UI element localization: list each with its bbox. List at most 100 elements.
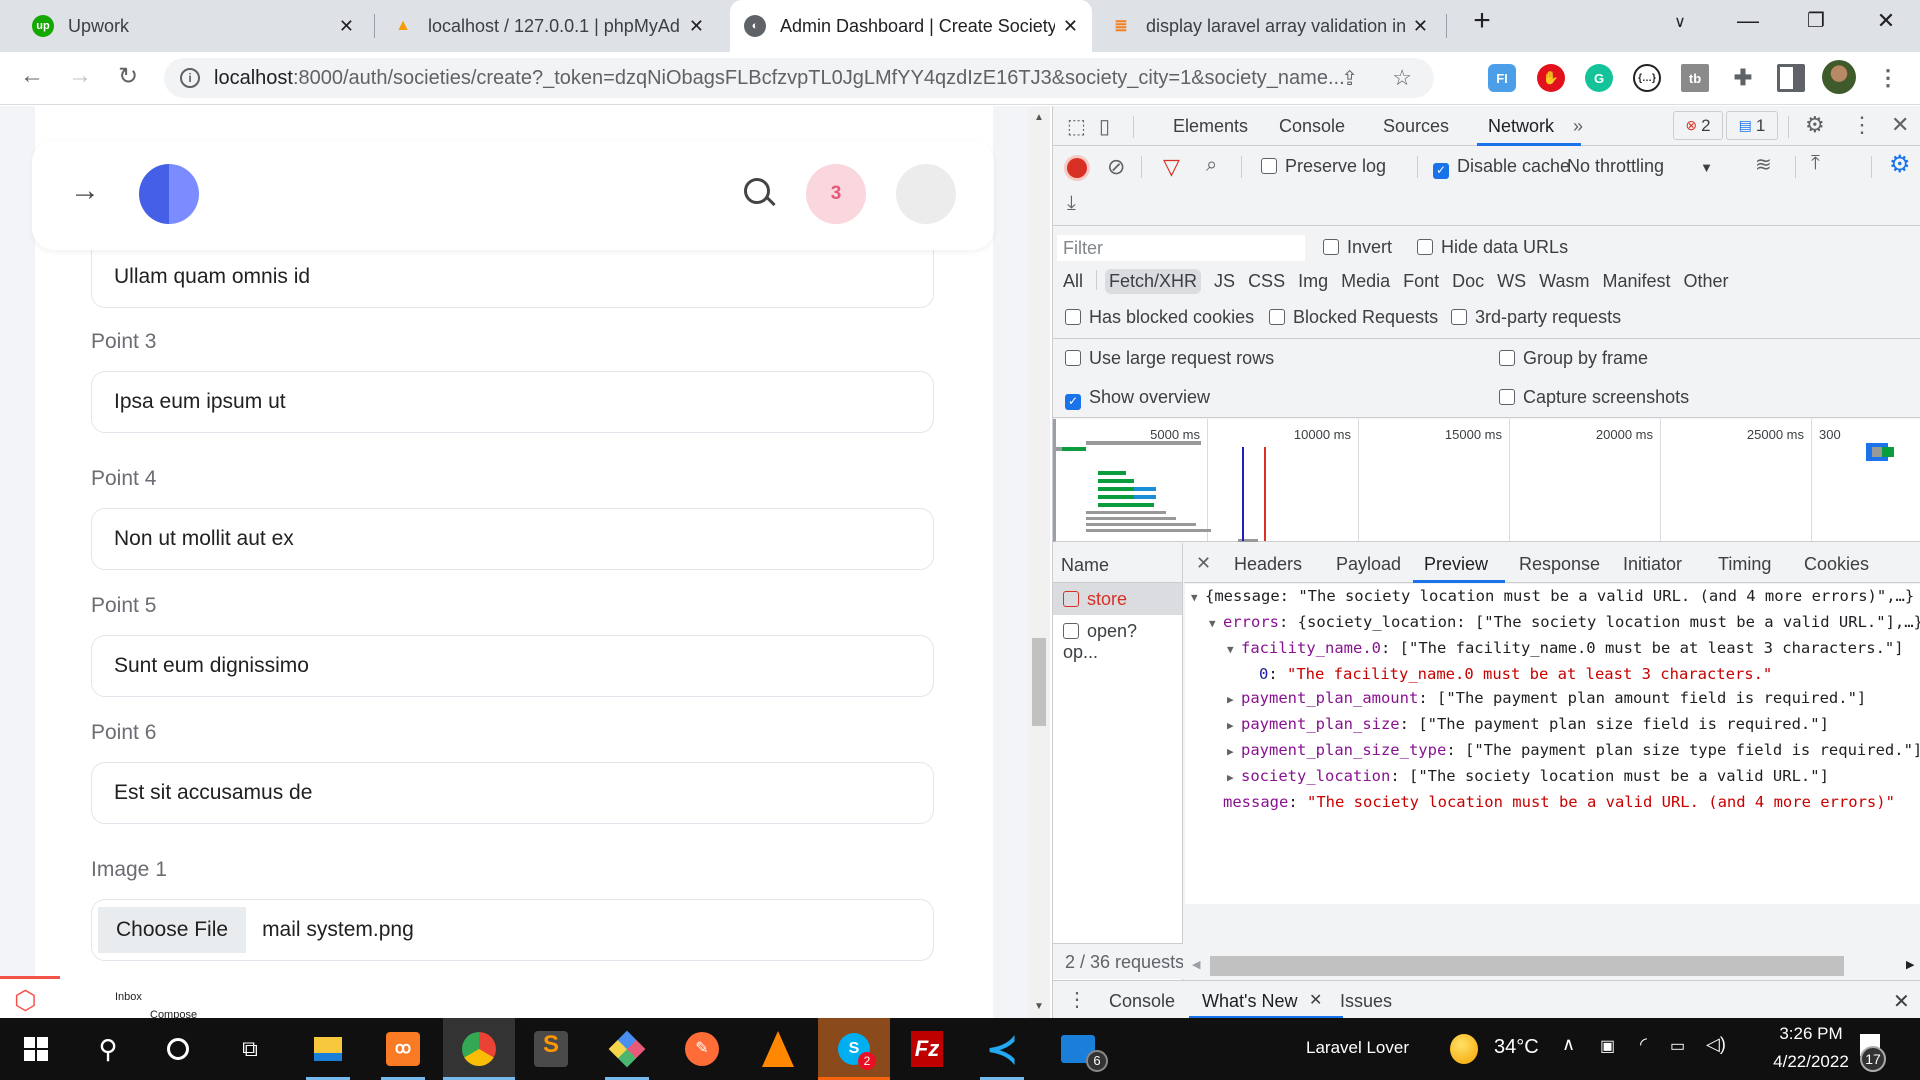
- xampp-icon[interactable]: ꝏ: [373, 1018, 433, 1080]
- close-tab-icon[interactable]: ✕: [689, 16, 704, 37]
- point-3-input[interactable]: Ipsa eum ipsum ut: [91, 371, 934, 433]
- scrollbar-thumb[interactable]: [1210, 956, 1844, 976]
- import-har-icon[interactable]: ⤒: [1811, 152, 1820, 175]
- detail-tab-payload[interactable]: Payload: [1336, 554, 1401, 575]
- vlc-icon[interactable]: [748, 1018, 808, 1080]
- adblock-icon[interactable]: ✋: [1537, 64, 1565, 92]
- tray-overflow-chevron-icon[interactable]: ∧: [1562, 1034, 1575, 1055]
- detail-tab-headers[interactable]: Headers: [1234, 554, 1302, 575]
- checkbox[interactable]: [1499, 389, 1515, 405]
- devtools-close-icon[interactable]: ✕: [1891, 112, 1909, 138]
- close-tab-icon[interactable]: ✕: [1413, 16, 1428, 37]
- site-info-icon[interactable]: i: [180, 68, 200, 88]
- cortana-icon[interactable]: [148, 1018, 208, 1080]
- user-avatar[interactable]: [896, 164, 956, 224]
- meet-now-icon[interactable]: ▣: [1600, 1036, 1615, 1056]
- checkbox-checked[interactable]: ✓: [1433, 163, 1449, 179]
- request-row-store[interactable]: store: [1053, 583, 1182, 615]
- checkbox[interactable]: [1499, 350, 1515, 366]
- name-column-header[interactable]: Name: [1053, 543, 1182, 583]
- postman-icon[interactable]: ✎: [672, 1018, 732, 1080]
- restore-button[interactable]: ❐: [1796, 8, 1836, 33]
- scroll-down-arrow-icon[interactable]: ▼: [1034, 1001, 1044, 1012]
- filter-funnel-icon[interactable]: ▽: [1163, 154, 1180, 180]
- forward-button[interactable]: →: [64, 62, 96, 90]
- detail-tab-cookies[interactable]: Cookies: [1804, 554, 1869, 575]
- inspect-element-icon[interactable]: ⬚: [1067, 114, 1086, 139]
- drawer-tab-console[interactable]: Console: [1109, 991, 1175, 1012]
- json-preview-line[interactable]: ▼ errors: {society_location: ["The societ…: [1185, 610, 1920, 636]
- drawer-tab-issues[interactable]: Issues: [1340, 991, 1392, 1012]
- checkbox[interactable]: [1065, 309, 1081, 325]
- checkbox[interactable]: [1417, 239, 1433, 255]
- disable-cache-checkbox[interactable]: ✓ Disable cache: [1433, 156, 1570, 179]
- devtools-settings-gear-icon[interactable]: ⚙: [1805, 112, 1825, 138]
- hide-data-urls-checkbox[interactable]: Hide data URLs: [1417, 237, 1568, 258]
- checkbox-checked[interactable]: ✓: [1065, 394, 1081, 410]
- profile-avatar[interactable]: [1822, 60, 1856, 94]
- weather-sun-icon[interactable]: [1450, 1034, 1478, 1064]
- preserve-log-checkbox[interactable]: Preserve log: [1261, 156, 1386, 177]
- detail-tab-timing[interactable]: Timing: [1718, 554, 1771, 575]
- scroll-left-arrow-icon[interactable]: ◀: [1192, 958, 1200, 971]
- close-tab-icon[interactable]: ✕: [339, 16, 354, 37]
- scroll-up-arrow-icon[interactable]: ▲: [1034, 112, 1044, 123]
- blocked-requests-checkbox[interactable]: Blocked Requests: [1269, 307, 1438, 328]
- filter-type-manifest[interactable]: Manifest: [1603, 271, 1671, 292]
- detail-tab-preview[interactable]: Preview: [1424, 554, 1488, 575]
- close-detail-icon[interactable]: ✕: [1196, 553, 1211, 574]
- json-preview-line[interactable]: ▶ society_location: ["The society locatio…: [1185, 764, 1920, 790]
- temperature[interactable]: 34°C: [1494, 1036, 1539, 1059]
- point-6-input[interactable]: Est sit accusamus de: [91, 762, 934, 824]
- filter-type-img[interactable]: Img: [1298, 271, 1328, 292]
- scrollbar-thumb[interactable]: [1032, 638, 1046, 726]
- chrome-icon[interactable]: [443, 1018, 515, 1080]
- search-icon[interactable]: [744, 178, 770, 204]
- page-scrollbar[interactable]: ▲ ▼: [1028, 106, 1050, 1018]
- point-2-input[interactable]: Ullam quam omnis id: [91, 246, 934, 308]
- error-count-badge[interactable]: ⊗ 2: [1673, 111, 1723, 140]
- third-party-checkbox[interactable]: 3rd-party requests: [1451, 307, 1621, 328]
- network-conditions-icon[interactable]: ≋: [1755, 152, 1772, 177]
- filter-type-fetch-xhr[interactable]: Fetch/XHR: [1105, 269, 1202, 294]
- json-preview-line[interactable]: ▼ facility_name.0: ["The facility_name.0 …: [1185, 636, 1920, 662]
- bookmark-star-icon[interactable]: ☆: [1392, 65, 1412, 91]
- network-settings-gear-icon[interactable]: ⚙: [1889, 150, 1911, 179]
- capture-screenshots-checkbox[interactable]: Capture screenshots: [1499, 387, 1689, 408]
- battery-icon[interactable]: ▭: [1670, 1036, 1685, 1056]
- tab-phpmyadmin[interactable]: ▲ localhost / 127.0.0.1 | phpMyAdmin ✕: [378, 0, 718, 52]
- tab-search-chevron-icon[interactable]: ∨: [1660, 12, 1700, 32]
- checkbox[interactable]: [1261, 158, 1277, 174]
- volume-icon[interactable]: ◁): [1706, 1034, 1726, 1055]
- tb-extension-icon[interactable]: tb: [1681, 64, 1709, 92]
- preview-horizontal-scrollbar[interactable]: ◀ ▶: [1184, 952, 1920, 980]
- filter-type-css[interactable]: CSS: [1248, 271, 1285, 292]
- sidebar-toggle-arrow-icon[interactable]: →: [70, 174, 100, 208]
- json-preview-line[interactable]: ▶ payment_plan_size: ["The payment plan s…: [1185, 712, 1920, 738]
- devtools-tab-elements[interactable]: Elements: [1173, 116, 1248, 137]
- filter-type-other[interactable]: Other: [1684, 271, 1729, 292]
- expanded-triangle-icon[interactable]: ▼: [1209, 612, 1223, 636]
- tab-upwork[interactable]: up Upwork ✕: [18, 0, 368, 52]
- clear-icon[interactable]: ⊘: [1107, 154, 1125, 180]
- device-toolbar-icon[interactable]: ▯: [1099, 114, 1110, 139]
- choose-file-button[interactable]: Choose File: [98, 907, 247, 953]
- more-tabs-chevron-icon[interactable]: »: [1573, 116, 1583, 137]
- filter-type-font[interactable]: Font: [1403, 271, 1439, 292]
- json-viewer-icon[interactable]: {…}: [1633, 64, 1661, 92]
- expanded-triangle-icon[interactable]: ▼: [1191, 586, 1205, 610]
- task-view-icon[interactable]: ⧉: [220, 1018, 280, 1080]
- filter-type-all[interactable]: All: [1063, 271, 1083, 292]
- fi-extension-icon[interactable]: FI: [1488, 64, 1516, 92]
- large-rows-checkbox[interactable]: Use large request rows: [1065, 348, 1274, 369]
- filter-type-js[interactable]: JS: [1214, 271, 1235, 292]
- windows-start-icon[interactable]: [6, 1018, 66, 1080]
- filter-type-doc[interactable]: Doc: [1452, 271, 1484, 292]
- checkbox[interactable]: [1065, 350, 1081, 366]
- close-whats-new-icon[interactable]: ✕: [1309, 990, 1322, 1010]
- export-har-icon[interactable]: ⤓: [1067, 192, 1076, 215]
- expanded-triangle-icon[interactable]: ▼: [1227, 638, 1241, 662]
- invert-checkbox[interactable]: Invert: [1323, 237, 1392, 258]
- search-icon[interactable]: ⌕: [1206, 154, 1217, 177]
- sidepanel-icon[interactable]: [1777, 64, 1805, 92]
